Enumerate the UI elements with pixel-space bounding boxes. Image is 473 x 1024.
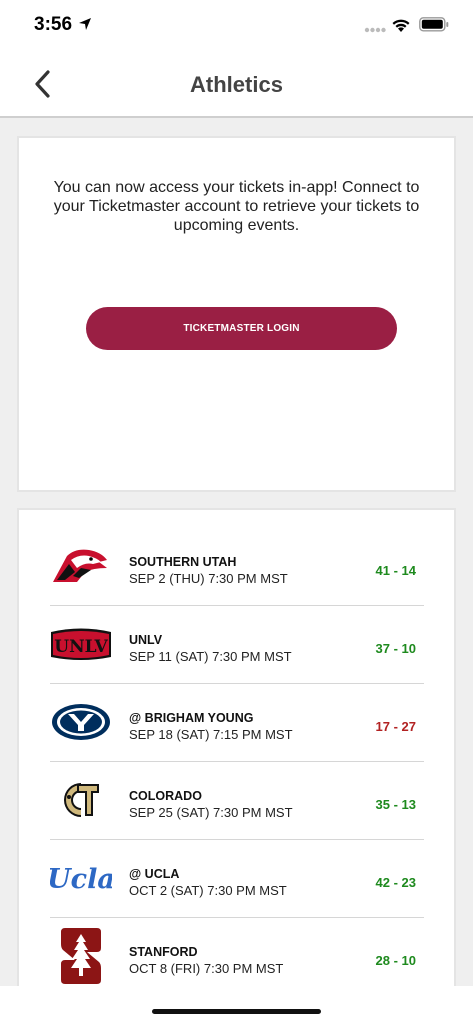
- opponent-name: @ UCLA: [129, 867, 180, 881]
- opponent-name: COLORADO: [129, 789, 202, 803]
- opponent-name: @ BRIGHAM YOUNG: [129, 711, 254, 725]
- game-score: 37 - 10: [375, 641, 416, 656]
- game-score: 35 - 13: [375, 797, 416, 812]
- game-date: SEP 2 (THU) 7:30 PM MST: [129, 571, 288, 586]
- home-bar-area: [0, 986, 473, 1024]
- status-time: 3:56: [34, 14, 73, 35]
- opponent-name: STANFORD: [129, 945, 198, 959]
- game-date: OCT 8 (FRI) 7:30 PM MST: [129, 961, 284, 976]
- game-row[interactable]: UNLV UNLV SEP 11 (SAT) 7:30 PM MST 37 - …: [50, 606, 424, 684]
- game-score: 28 - 10: [375, 953, 416, 968]
- ticketmaster-login-button[interactable]: TICKETMASTER LOGIN: [86, 307, 397, 350]
- game-score: 17 - 27: [375, 719, 416, 734]
- unlv-logo: UNLV: [50, 618, 112, 670]
- page-title: Athletics: [190, 72, 283, 97]
- nav-bar: Athletics: [0, 52, 473, 118]
- ucla-logo: Ucla: [50, 852, 112, 904]
- opponent-name: UNLV: [129, 633, 163, 647]
- game-date: OCT 2 (SAT) 7:30 PM MST: [129, 883, 287, 898]
- ticket-card: You can now access your tickets in-app! …: [17, 136, 456, 492]
- game-date: SEP 18 (SAT) 7:15 PM MST: [129, 727, 293, 742]
- location-arrow-icon: [79, 18, 91, 30]
- game-score: 42 - 23: [375, 875, 416, 890]
- ticket-message: You can now access your tickets in-app! …: [53, 179, 420, 234]
- opponent-name: SOUTHERN UTAH: [129, 555, 237, 569]
- stanford-logo: [50, 928, 112, 984]
- home-indicator[interactable]: [152, 1009, 321, 1014]
- svg-text:UNLV: UNLV: [54, 637, 108, 657]
- wifi-icon: [392, 19, 410, 32]
- game-score: 41 - 14: [375, 563, 416, 578]
- game-row[interactable]: SOUTHERN UTAH SEP 2 (THU) 7:30 PM MST 41…: [50, 528, 424, 606]
- game-row[interactable]: STANFORD OCT 8 (FRI) 7:30 PM MST 28 - 10: [50, 918, 424, 996]
- byu-logo: [50, 696, 112, 748]
- game-date: SEP 25 (SAT) 7:30 PM MST: [129, 805, 293, 820]
- status-bar: 3:56: [0, 0, 473, 52]
- battery-icon: [419, 17, 449, 32]
- game-row[interactable]: @ BRIGHAM YOUNG SEP 18 (SAT) 7:15 PM MST…: [50, 684, 424, 762]
- schedule-list: SOUTHERN UTAH SEP 2 (THU) 7:30 PM MST 41…: [17, 508, 456, 1008]
- colorado-logo: [50, 774, 112, 826]
- game-date: SEP 11 (SAT) 7:30 PM MST: [129, 649, 292, 664]
- svg-text:Ucla: Ucla: [50, 864, 112, 895]
- signal-dots-icon: [364, 27, 386, 33]
- game-row[interactable]: Ucla @ UCLA OCT 2 (SAT) 7:30 PM MST 42 -…: [50, 840, 424, 918]
- game-row[interactable]: COLORADO SEP 25 (SAT) 7:30 PM MST 35 - 1…: [50, 762, 424, 840]
- southern-utah-logo: [50, 540, 112, 592]
